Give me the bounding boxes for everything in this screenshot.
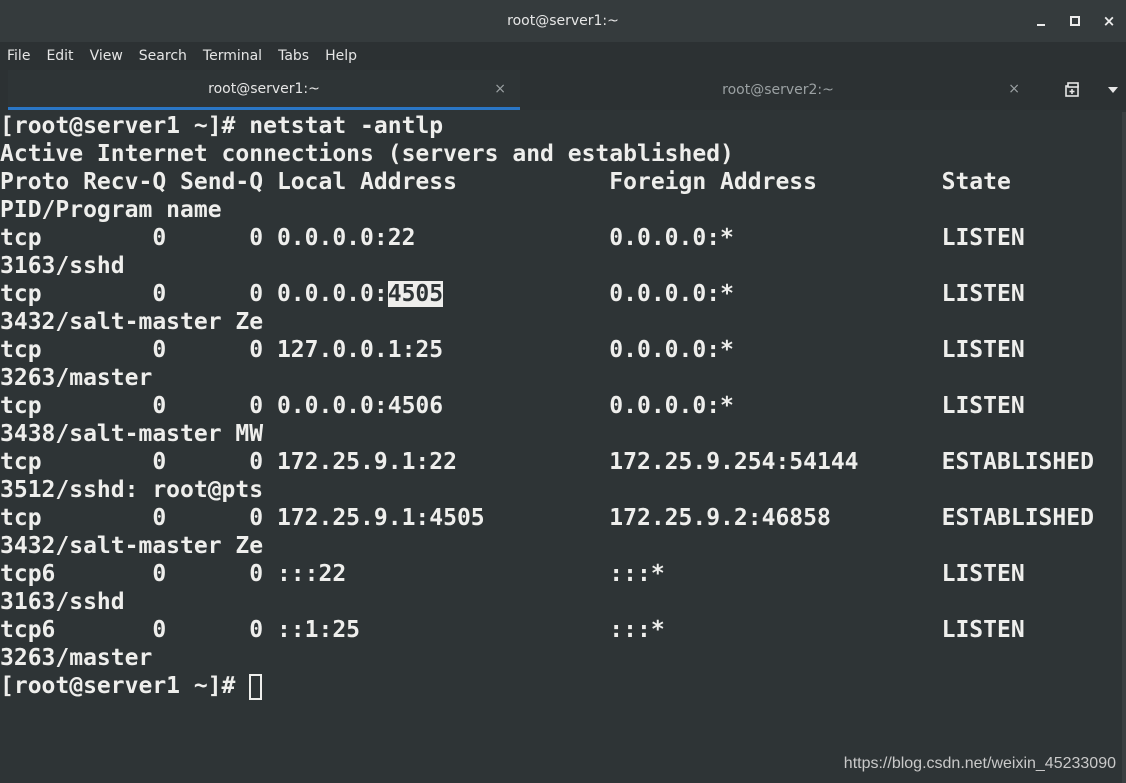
terminal-line: 3163/sshd (0, 589, 125, 615)
tab-label: root@server2:~ (722, 82, 834, 98)
menu-tabs[interactable]: Tabs (270, 48, 317, 64)
terminal-line: Proto Recv-Q Send-Q Local Address Foreig… (0, 169, 1011, 195)
menu-view[interactable]: View (82, 48, 131, 64)
menu-bar: File Edit View Search Terminal Tabs Help (0, 42, 1126, 70)
terminal-scrollbar[interactable] (1122, 112, 1126, 783)
new-tab-button[interactable] (1056, 70, 1090, 110)
tab-bar: root@server1:~ × root@server2:~ × (0, 70, 1126, 110)
close-icon: × (1102, 12, 1116, 30)
tab-menu-button[interactable] (1100, 70, 1126, 110)
close-tab-icon[interactable]: × (1008, 81, 1020, 97)
maximize-button[interactable] (1058, 0, 1092, 42)
minimize-button[interactable] (1024, 0, 1058, 42)
tab-server1[interactable]: root@server1:~ × (8, 70, 520, 110)
terminal-line: 3432/salt-master Ze (0, 533, 264, 559)
chevron-down-icon (1108, 87, 1118, 93)
terminal-output[interactable]: [root@server1 ~]# netstat -antlp Active … (0, 112, 1126, 783)
window-controls: × (1024, 0, 1126, 42)
menu-help[interactable]: Help (317, 48, 365, 64)
terminal-line: Active Internet connections (servers and… (0, 141, 734, 167)
terminal-line: tcp6 0 0 ::1:25 :::* LISTEN (0, 617, 1025, 643)
menu-search[interactable]: Search (131, 48, 195, 64)
tab-label: root@server1:~ (208, 80, 320, 97)
prompt-line: [root@server1 ~]# (0, 672, 263, 700)
terminal-line: tcp 0 0 172.25.9.1:22 172.25.9.254:54144… (0, 449, 1094, 475)
minimize-icon (1037, 24, 1045, 26)
terminal-line: 3512/sshd: root@pts (0, 477, 264, 503)
window-title: root@server1:~ (507, 13, 619, 29)
prompt: [root@server1 ~]# (0, 673, 250, 699)
highlighted-port: 4505 (387, 281, 444, 307)
maximize-icon (1070, 16, 1080, 26)
terminal-line: tcp 0 0 172.25.9.1:4505 172.25.9.2:46858… (0, 505, 1094, 531)
terminal-line: tcp 0 0 127.0.0.1:25 0.0.0.0:* LISTEN (0, 337, 1025, 363)
line-prefix: tcp 0 0 0.0.0.0: (0, 281, 388, 307)
terminal-line: 3432/salt-master Ze (0, 309, 264, 335)
watermark: https://blog.csdn.net/weixin_45233090 (843, 755, 1116, 772)
terminal-line: PID/Program name (0, 197, 222, 223)
menu-edit[interactable]: Edit (38, 48, 81, 64)
terminal-line: tcp 0 0 0.0.0.0:22 0.0.0.0:* LISTEN (0, 225, 1025, 251)
terminal-line: 3163/sshd (0, 253, 125, 279)
tab-server2[interactable]: root@server2:~ × (522, 70, 1034, 110)
terminal-line: 3263/master (0, 645, 153, 671)
title-bar: root@server1:~ × (0, 0, 1126, 42)
terminal-line: 3263/master (0, 365, 153, 391)
close-tab-icon[interactable]: × (494, 81, 506, 97)
terminal-line: 3438/salt-master MW (0, 421, 264, 447)
terminal-line: tcp 0 0 0.0.0.0:4505 0.0.0.0:* LISTEN (0, 280, 1025, 308)
line-suffix: 0.0.0.0:* LISTEN (443, 281, 1025, 307)
terminal-window: root@server1:~ × File Edit View Search T… (0, 0, 1126, 783)
new-tab-icon (1065, 82, 1079, 97)
terminal-line: tcp 0 0 0.0.0.0:4506 0.0.0.0:* LISTEN (0, 393, 1025, 419)
terminal-line: tcp6 0 0 :::22 :::* LISTEN (0, 561, 1025, 587)
close-button[interactable]: × (1092, 0, 1126, 42)
menu-file[interactable]: File (0, 48, 38, 64)
terminal-line: [root@server1 ~]# netstat -antlp (0, 113, 444, 139)
menu-terminal[interactable]: Terminal (195, 48, 270, 64)
text-cursor (249, 673, 263, 700)
